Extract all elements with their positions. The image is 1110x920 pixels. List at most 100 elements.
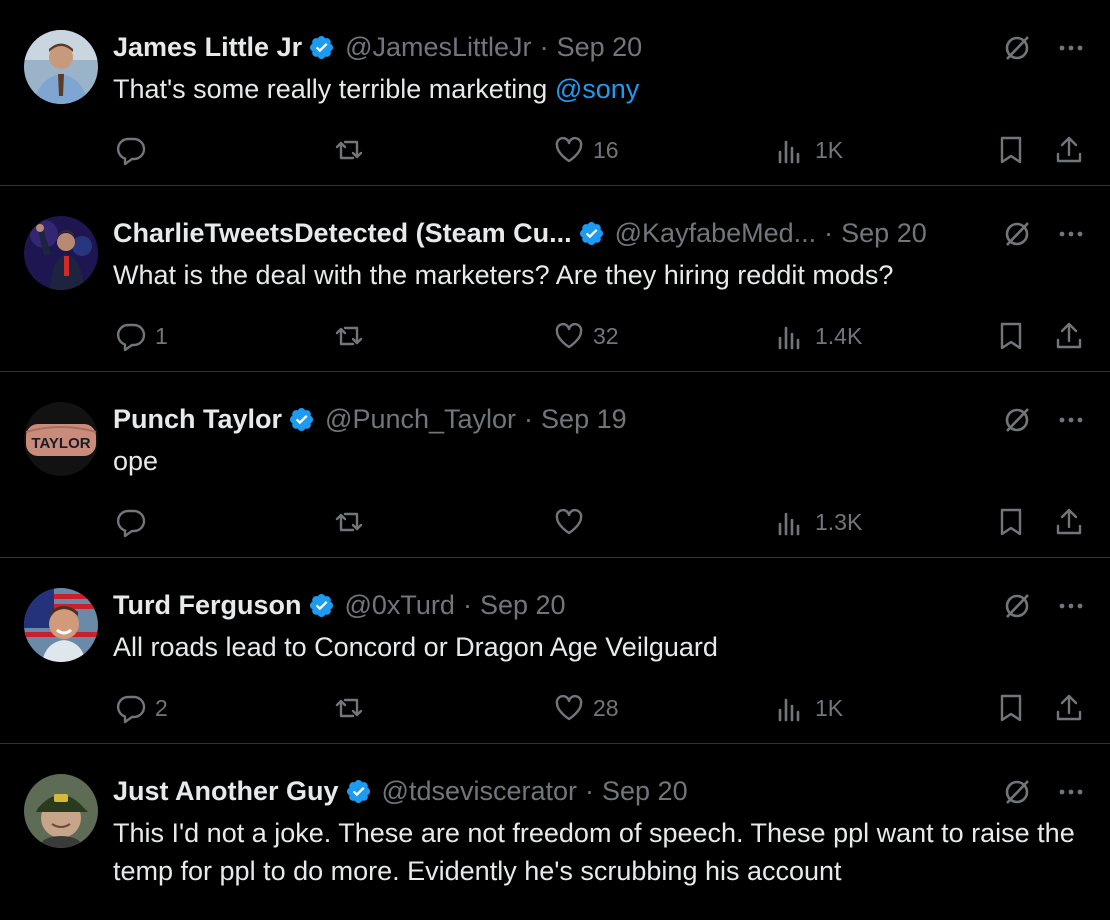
- retweet-button[interactable]: [333, 688, 365, 728]
- bookmark-button[interactable]: [995, 502, 1027, 542]
- tweet-header: Punch Taylor @Punch_Taylor · Sep 19: [113, 402, 994, 436]
- like-icon: [555, 136, 583, 163]
- reply-icon: [116, 323, 146, 352]
- more-options-icon[interactable]: [1056, 405, 1086, 435]
- bookmark-button[interactable]: [995, 688, 1027, 728]
- reply-icon: [116, 137, 146, 166]
- like-icon: [555, 322, 583, 349]
- share-button[interactable]: [1053, 688, 1085, 728]
- grok-icon[interactable]: [1002, 405, 1032, 435]
- tweet-text: ope: [113, 446, 159, 476]
- tweet-header: Turd Ferguson @0xTurd · Sep 20: [113, 588, 994, 622]
- views-button[interactable]: 1.4K: [775, 316, 862, 356]
- views-icon: [778, 326, 800, 350]
- share-icon: [1056, 136, 1082, 163]
- tweet-text: What is the deal with the marketers? Are…: [113, 260, 894, 290]
- more-options-icon[interactable]: [1056, 219, 1086, 249]
- reply-button[interactable]: 1: [115, 316, 168, 356]
- views-icon: [778, 512, 800, 536]
- views-icon: [778, 140, 800, 164]
- tweet-text: All roads lead to Concord or Dragon Age …: [113, 632, 718, 662]
- more-options-icon[interactable]: [1056, 33, 1086, 63]
- tweet-actions: 1.3K: [113, 502, 1093, 542]
- like-icon: [555, 694, 583, 721]
- separator: ·: [539, 31, 549, 62]
- tweet[interactable]: Just Another Guy @tdseviscerator · Sep 2…: [0, 744, 1110, 920]
- verified-badge-icon: [309, 593, 333, 617]
- tweet-date[interactable]: Sep 20: [480, 590, 566, 621]
- grok-icon[interactable]: [1002, 33, 1032, 63]
- reply-count: 1: [155, 322, 168, 349]
- avatar-man-with-flag-icon: [24, 588, 98, 662]
- bookmark-button[interactable]: [995, 316, 1027, 356]
- views-icon: [778, 698, 800, 722]
- grok-icon[interactable]: [1002, 777, 1032, 807]
- author-handle[interactable]: @KayfabeMed...: [615, 218, 817, 249]
- author-name[interactable]: Just Another Guy: [113, 776, 339, 807]
- tweet-text: That's some really terrible marketing @s…: [113, 70, 1090, 108]
- author-name[interactable]: James Little Jr: [113, 32, 302, 63]
- like-button[interactable]: 16: [553, 130, 619, 170]
- tweet-actions: 16 1K: [113, 130, 1093, 170]
- grok-icon[interactable]: [1002, 219, 1032, 249]
- separator: ·: [462, 589, 472, 620]
- like-button[interactable]: 28: [553, 688, 619, 728]
- tweet[interactable]: CharlieTweetsDetected (Steam Cu... @Kayf…: [0, 186, 1110, 372]
- tweet[interactable]: James Little Jr @JamesLittleJr · Sep 20 …: [0, 0, 1110, 186]
- retweet-icon: [335, 140, 363, 160]
- tweet-actions: 2 28 1K: [113, 688, 1093, 728]
- more-options-icon[interactable]: [1056, 591, 1086, 621]
- views-button[interactable]: 1.3K: [775, 502, 862, 542]
- avatar-man-in-suit-icon: [24, 30, 98, 104]
- author-handle[interactable]: @JamesLittleJr: [345, 32, 531, 63]
- avatar-man-in-cap-icon: [24, 774, 98, 848]
- reply-button[interactable]: [115, 502, 155, 542]
- retweet-button[interactable]: [333, 130, 365, 170]
- views-button[interactable]: 1K: [775, 688, 843, 728]
- share-button[interactable]: [1053, 130, 1085, 170]
- author-handle[interactable]: @tdseviscerator: [382, 776, 577, 807]
- author-name[interactable]: Punch Taylor: [113, 404, 282, 435]
- author-handle[interactable]: @Punch_Taylor: [325, 404, 516, 435]
- like-button[interactable]: [553, 502, 593, 542]
- avatar-tattooed-knuckles-icon: TAYLOR: [24, 402, 98, 476]
- author-name[interactable]: Turd Ferguson: [113, 590, 302, 621]
- bookmark-button[interactable]: [995, 130, 1027, 170]
- reply-icon: [116, 695, 146, 724]
- avatar[interactable]: [24, 774, 98, 848]
- bookmark-icon: [1000, 694, 1022, 722]
- tweet-text: This I'd not a joke. These are not freed…: [113, 818, 1075, 886]
- reply-feed: James Little Jr @JamesLittleJr · Sep 20 …: [0, 0, 1110, 920]
- retweet-button[interactable]: [333, 316, 365, 356]
- tweet-date[interactable]: Sep 19: [541, 404, 627, 435]
- retweet-button[interactable]: [333, 502, 365, 542]
- share-button[interactable]: [1053, 502, 1085, 542]
- grok-icon[interactable]: [1002, 591, 1032, 621]
- like-button[interactable]: 32: [553, 316, 619, 356]
- tweet-date[interactable]: Sep 20: [602, 776, 688, 807]
- reply-button[interactable]: 2: [115, 688, 168, 728]
- verified-badge-icon: [346, 779, 370, 803]
- avatar[interactable]: [24, 588, 98, 662]
- like-count: 32: [593, 322, 619, 349]
- bookmark-icon: [1000, 136, 1022, 164]
- more-options-icon[interactable]: [1056, 777, 1086, 807]
- share-button[interactable]: [1053, 316, 1085, 356]
- reply-button[interactable]: [115, 130, 155, 170]
- author-name[interactable]: CharlieTweetsDetected (Steam Cu...: [113, 218, 572, 249]
- tweet-date[interactable]: Sep 20: [841, 218, 927, 249]
- tweet-date[interactable]: Sep 20: [557, 32, 643, 63]
- tweet[interactable]: Turd Ferguson @0xTurd · Sep 20 All roads…: [0, 558, 1110, 744]
- mention-link[interactable]: @sony: [555, 74, 639, 104]
- author-handle[interactable]: @0xTurd: [345, 590, 455, 621]
- tweet[interactable]: TAYLOR Punch Taylor @Punch_Taylor · Sep …: [0, 372, 1110, 558]
- avatar[interactable]: [24, 216, 98, 290]
- avatar[interactable]: [24, 30, 98, 104]
- tweet-text-body: That's some really terrible marketing: [113, 74, 555, 104]
- avatar[interactable]: TAYLOR: [24, 402, 98, 476]
- view-count: 1.4K: [815, 322, 863, 349]
- tweet-header: Just Another Guy @tdseviscerator · Sep 2…: [113, 774, 994, 808]
- views-button[interactable]: 1K: [775, 130, 843, 170]
- tweet-actions: 1 32 1.4K: [113, 316, 1093, 356]
- view-count: 1.3K: [815, 508, 863, 535]
